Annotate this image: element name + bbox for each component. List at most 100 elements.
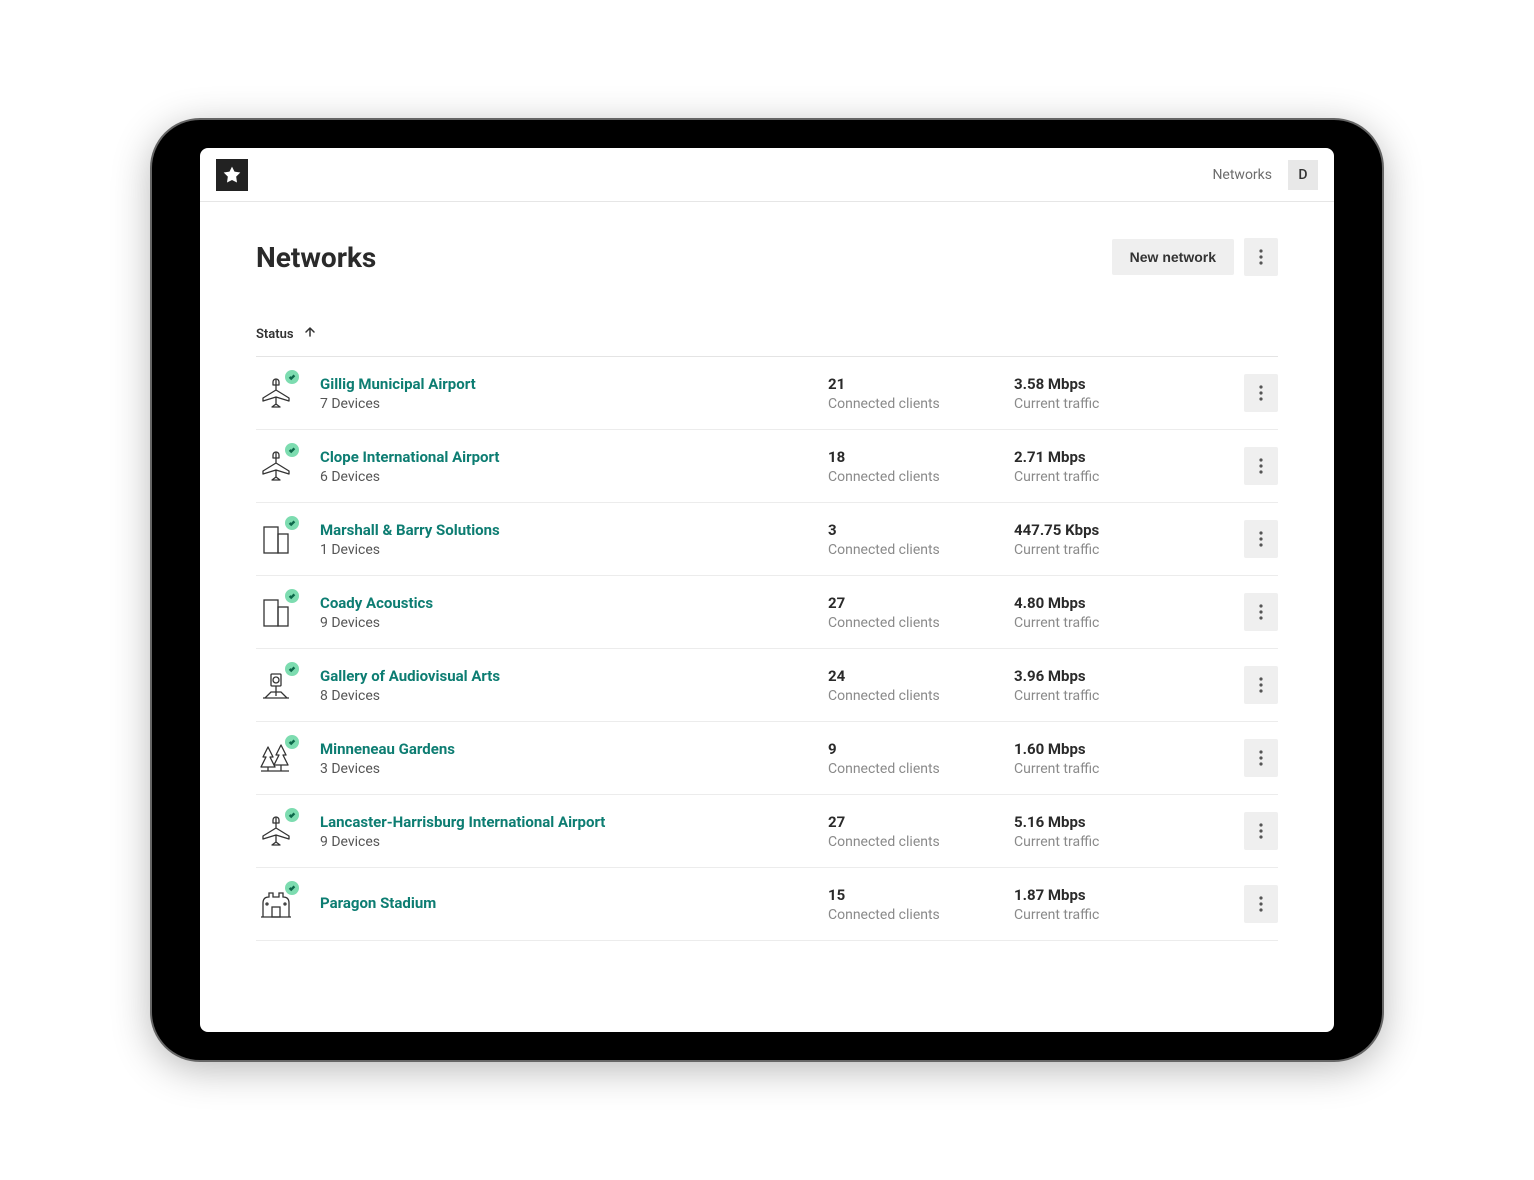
network-row[interactable]: Gillig Municipal Airport 7 Devices 21 Co… (256, 357, 1278, 430)
sort-label: Status (256, 327, 294, 342)
network-type-icon (256, 665, 296, 705)
network-type-icon (256, 592, 296, 632)
clients-stat: 9 Connected clients (828, 740, 998, 777)
network-main: Gillig Municipal Airport 7 Devices (320, 375, 812, 412)
network-type-icon (256, 519, 296, 559)
network-row[interactable]: Lancaster-Harrisburg International Airpo… (256, 795, 1278, 868)
clients-label: Connected clients (828, 469, 998, 485)
traffic-stat: 1.60 Mbps Current traffic (1014, 740, 1214, 777)
row-menu-button[interactable] (1244, 593, 1278, 631)
network-row[interactable]: Paragon Stadium 15 Connected clients 1.8… (256, 868, 1278, 941)
network-name[interactable]: Clope International Airport (320, 448, 812, 466)
network-name[interactable]: Lancaster-Harrisburg International Airpo… (320, 813, 812, 831)
app-logo[interactable] (216, 159, 248, 191)
traffic-stat: 3.96 Mbps Current traffic (1014, 667, 1214, 704)
traffic-label: Current traffic (1014, 542, 1214, 558)
network-main: Clope International Airport 6 Devices (320, 448, 812, 485)
clients-stat: 3 Connected clients (828, 521, 998, 558)
network-type-icon (256, 884, 296, 924)
sort-header[interactable]: Status (256, 326, 1278, 357)
status-ok-badge (284, 880, 300, 896)
page-menu-button[interactable] (1244, 238, 1278, 276)
network-row[interactable]: Gallery of Audiovisual Arts 8 Devices 24… (256, 649, 1278, 722)
header-actions: New network (1112, 238, 1278, 276)
traffic-value: 3.96 Mbps (1014, 667, 1214, 685)
clients-value: 9 (828, 740, 998, 758)
traffic-stat: 2.71 Mbps Current traffic (1014, 448, 1214, 485)
logo-icon (222, 165, 242, 185)
clients-label: Connected clients (828, 907, 998, 923)
network-row[interactable]: Minneneau Gardens 3 Devices 9 Connected … (256, 722, 1278, 795)
traffic-stat: 4.80 Mbps Current traffic (1014, 594, 1214, 631)
avatar[interactable]: D (1288, 160, 1318, 190)
row-menu-button[interactable] (1244, 374, 1278, 412)
network-name[interactable]: Paragon Stadium (320, 894, 812, 912)
clients-label: Connected clients (828, 761, 998, 777)
clients-label: Connected clients (828, 688, 998, 704)
more-vertical-icon (1259, 823, 1263, 839)
row-menu-button[interactable] (1244, 812, 1278, 850)
network-name[interactable]: Gillig Municipal Airport (320, 375, 812, 393)
clients-value: 27 (828, 594, 998, 612)
network-main: Lancaster-Harrisburg International Airpo… (320, 813, 812, 850)
network-devices: 6 Devices (320, 469, 812, 485)
row-menu-button[interactable] (1244, 885, 1278, 923)
clients-value: 24 (828, 667, 998, 685)
more-vertical-icon (1259, 458, 1263, 474)
row-menu-button[interactable] (1244, 520, 1278, 558)
tablet-screen: Networks D Networks New network Status (200, 148, 1334, 1032)
check-icon (288, 519, 296, 527)
traffic-stat: 1.87 Mbps Current traffic (1014, 886, 1214, 923)
network-row[interactable]: Coady Acoustics 9 Devices 27 Connected c… (256, 576, 1278, 649)
network-name[interactable]: Gallery of Audiovisual Arts (320, 667, 812, 685)
network-devices: 1 Devices (320, 542, 812, 558)
network-devices: 8 Devices (320, 688, 812, 704)
network-main: Marshall & Barry Solutions 1 Devices (320, 521, 812, 558)
nav-networks-link[interactable]: Networks (1212, 167, 1272, 183)
status-ok-badge (284, 734, 300, 750)
check-icon (288, 811, 296, 819)
check-icon (288, 665, 296, 673)
clients-stat: 21 Connected clients (828, 375, 998, 412)
check-icon (288, 373, 296, 381)
traffic-stat: 5.16 Mbps Current traffic (1014, 813, 1214, 850)
traffic-value: 3.58 Mbps (1014, 375, 1214, 393)
traffic-value: 1.60 Mbps (1014, 740, 1214, 758)
more-vertical-icon (1259, 750, 1263, 766)
clients-value: 15 (828, 886, 998, 904)
check-icon (288, 738, 296, 746)
new-network-button[interactable]: New network (1112, 239, 1234, 275)
more-vertical-icon (1259, 249, 1263, 265)
more-vertical-icon (1259, 677, 1263, 693)
network-devices: 3 Devices (320, 761, 812, 777)
page-header: Networks New network (256, 238, 1278, 276)
network-main: Coady Acoustics 9 Devices (320, 594, 812, 631)
clients-value: 27 (828, 813, 998, 831)
row-menu-button[interactable] (1244, 739, 1278, 777)
clients-label: Connected clients (828, 542, 998, 558)
clients-stat: 18 Connected clients (828, 448, 998, 485)
traffic-label: Current traffic (1014, 469, 1214, 485)
row-menu-button[interactable] (1244, 666, 1278, 704)
network-row[interactable]: Clope International Airport 6 Devices 18… (256, 430, 1278, 503)
clients-value: 18 (828, 448, 998, 466)
arrow-up-icon (304, 326, 316, 342)
traffic-label: Current traffic (1014, 907, 1214, 923)
traffic-value: 5.16 Mbps (1014, 813, 1214, 831)
network-name[interactable]: Coady Acoustics (320, 594, 812, 612)
clients-value: 21 (828, 375, 998, 393)
status-ok-badge (284, 661, 300, 677)
traffic-stat: 447.75 Kbps Current traffic (1014, 521, 1214, 558)
network-row[interactable]: Marshall & Barry Solutions 1 Devices 3 C… (256, 503, 1278, 576)
network-name[interactable]: Marshall & Barry Solutions (320, 521, 812, 539)
network-list: Gillig Municipal Airport 7 Devices 21 Co… (256, 357, 1278, 941)
traffic-value: 2.71 Mbps (1014, 448, 1214, 466)
row-menu-button[interactable] (1244, 447, 1278, 485)
content-area: Networks New network Status (200, 202, 1334, 1032)
network-name[interactable]: Minneneau Gardens (320, 740, 812, 758)
clients-label: Connected clients (828, 834, 998, 850)
network-devices: 9 Devices (320, 615, 812, 631)
traffic-value: 447.75 Kbps (1014, 521, 1214, 539)
topbar-right: Networks D (1212, 160, 1318, 190)
clients-label: Connected clients (828, 396, 998, 412)
